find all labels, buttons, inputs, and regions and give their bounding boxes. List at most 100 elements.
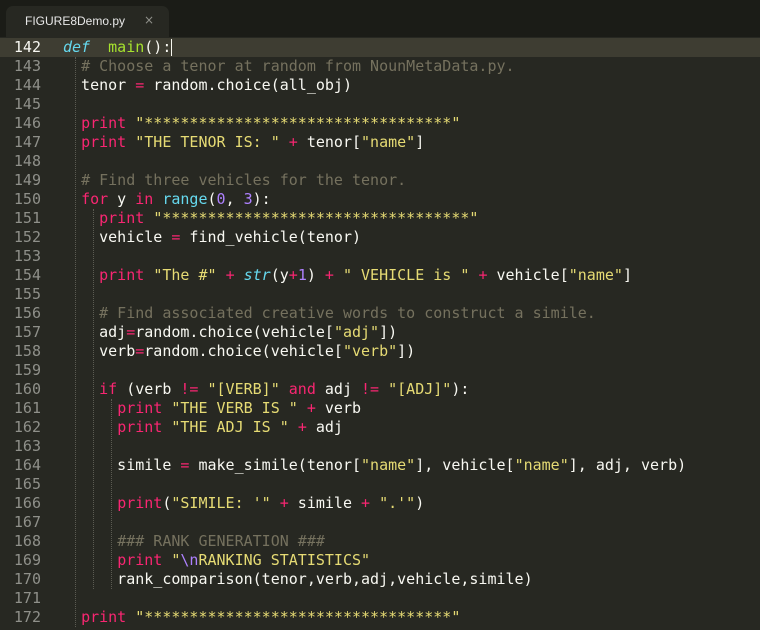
code-area[interactable]: def main(): # Choose a tenor at random f… xyxy=(0,37,760,630)
code-token: random.choice(vehicle[ xyxy=(135,323,334,341)
code-token: random.choice(all_obj) xyxy=(144,76,352,94)
code-line[interactable]: print "THE TENOR IS: " + tenor["name"] xyxy=(63,133,424,152)
code-token: "name" xyxy=(361,133,416,151)
code-line[interactable]: print "THE ADJ IS " + adj xyxy=(63,418,343,437)
code-editor[interactable]: 142 143 144 145 146 147 148 149 150 151 152 153 154 1… xyxy=(0,37,760,630)
code-line[interactable]: if (verb != "[VERB]" and adj != "[ADJ]")… xyxy=(63,380,469,399)
code-line[interactable]: print "*********************************… xyxy=(63,608,460,627)
code-token: ], vehicle[ xyxy=(415,456,515,474)
code-token: "name" xyxy=(568,266,623,284)
code-token: = xyxy=(135,76,145,94)
code-token: "**********************************" xyxy=(135,114,461,132)
code-token: 0 xyxy=(216,190,226,208)
code-token: (): xyxy=(144,38,172,56)
code-token: and xyxy=(288,380,316,398)
code-token: # Find three vehicles for the tenor. xyxy=(81,171,407,189)
code-token: + xyxy=(279,494,289,512)
code-token: ( xyxy=(207,190,217,208)
code-token: ) xyxy=(415,494,425,512)
code-line[interactable]: simile = make_simile(tenor["name"], vehi… xyxy=(63,456,686,475)
code-token: + xyxy=(288,266,298,284)
code-token: (verb xyxy=(117,380,181,398)
code-token: for xyxy=(81,190,109,208)
code-token: str xyxy=(243,266,271,284)
code-line[interactable]: tenor = random.choice(all_obj) xyxy=(63,76,352,95)
code-line[interactable]: # Choose a tenor at random from NounMeta… xyxy=(63,57,515,76)
code-token: ] xyxy=(415,133,425,151)
code-token: RANKING STATISTICS" xyxy=(198,551,371,569)
code-token: ".'" xyxy=(379,494,416,512)
code-line[interactable]: ### RANK GENERATION ### xyxy=(63,532,325,551)
tab-figure8demo[interactable]: FIGURE8Demo.py × xyxy=(6,6,169,37)
code-token: "SIMILE: '" xyxy=(171,494,271,512)
code-line[interactable]: vehicle = find_vehicle(tenor) xyxy=(63,228,361,247)
code-token: != xyxy=(361,380,380,398)
code-token: ### RANK GENERATION ### xyxy=(117,532,325,550)
code-token: "adj" xyxy=(333,323,380,341)
code-token: + xyxy=(324,266,334,284)
code-token: find_vehicle(tenor) xyxy=(180,228,362,246)
code-line[interactable]: def main(): xyxy=(63,38,173,57)
code-token: ): xyxy=(451,380,470,398)
code-token: + xyxy=(288,133,298,151)
code-line[interactable]: print "\nRANKING STATISTICS" xyxy=(63,551,370,570)
code-line[interactable]: rank_comparison(tenor,verb,adj,vehicle,s… xyxy=(63,570,532,589)
code-token: ]) xyxy=(397,342,416,360)
code-token: "verb" xyxy=(342,342,398,360)
code-token: # Choose a tenor at random from NounMeta… xyxy=(81,57,515,75)
code-token: vehicle xyxy=(63,228,172,246)
code-token: = xyxy=(135,342,145,360)
code-token: + xyxy=(361,494,371,512)
close-icon[interactable]: × xyxy=(144,13,154,27)
code-token: + xyxy=(306,399,316,417)
code-token: " VEHICLE is " xyxy=(342,266,470,284)
code-line[interactable]: print "THE VERB IS " + verb xyxy=(63,399,361,418)
code-token: simile xyxy=(288,494,362,512)
code-token: (y xyxy=(270,266,289,284)
code-line[interactable]: print "*********************************… xyxy=(63,114,460,133)
code-line[interactable]: print("SIMILE: '" + simile + ".'") xyxy=(63,494,424,513)
code-line[interactable]: # Find associated creative words to cons… xyxy=(63,304,596,323)
code-token: ] xyxy=(622,266,632,284)
code-token: "[ADJ]" xyxy=(388,380,452,398)
code-line[interactable]: adj=random.choice(vehicle["adj"]) xyxy=(63,323,397,342)
tab-title: FIGURE8Demo.py xyxy=(25,14,126,28)
code-token: if xyxy=(99,380,118,398)
code-token: vehicle[ xyxy=(487,266,569,284)
code-token: \n xyxy=(180,551,199,569)
code-line[interactable]: # Find three vehicles for the tenor. xyxy=(63,171,406,190)
code-token: tenor xyxy=(63,76,136,94)
code-token: "THE ADJ IS " xyxy=(171,418,289,436)
indent-guide xyxy=(111,399,113,589)
code-line[interactable]: for y in range(0, 3): xyxy=(63,190,271,209)
code-line[interactable]: print "*********************************… xyxy=(63,209,478,228)
code-token: print xyxy=(99,209,145,227)
code-token: # Find associated creative words to cons… xyxy=(99,304,596,322)
code-token: "THE TENOR IS: " xyxy=(135,133,280,151)
code-line[interactable]: print "The #" + str(y+1) + " VEHICLE is … xyxy=(63,266,632,285)
code-token: adj xyxy=(306,418,343,436)
indent-guide xyxy=(93,209,95,589)
code-token: adj xyxy=(315,380,362,398)
code-line[interactable]: verb=random.choice(vehicle["verb"]) xyxy=(63,342,415,361)
code-token: in xyxy=(135,190,154,208)
code-token: "**********************************" xyxy=(135,608,461,626)
code-token: verb xyxy=(63,342,136,360)
code-token: y xyxy=(108,190,136,208)
code-token: = xyxy=(126,323,136,341)
